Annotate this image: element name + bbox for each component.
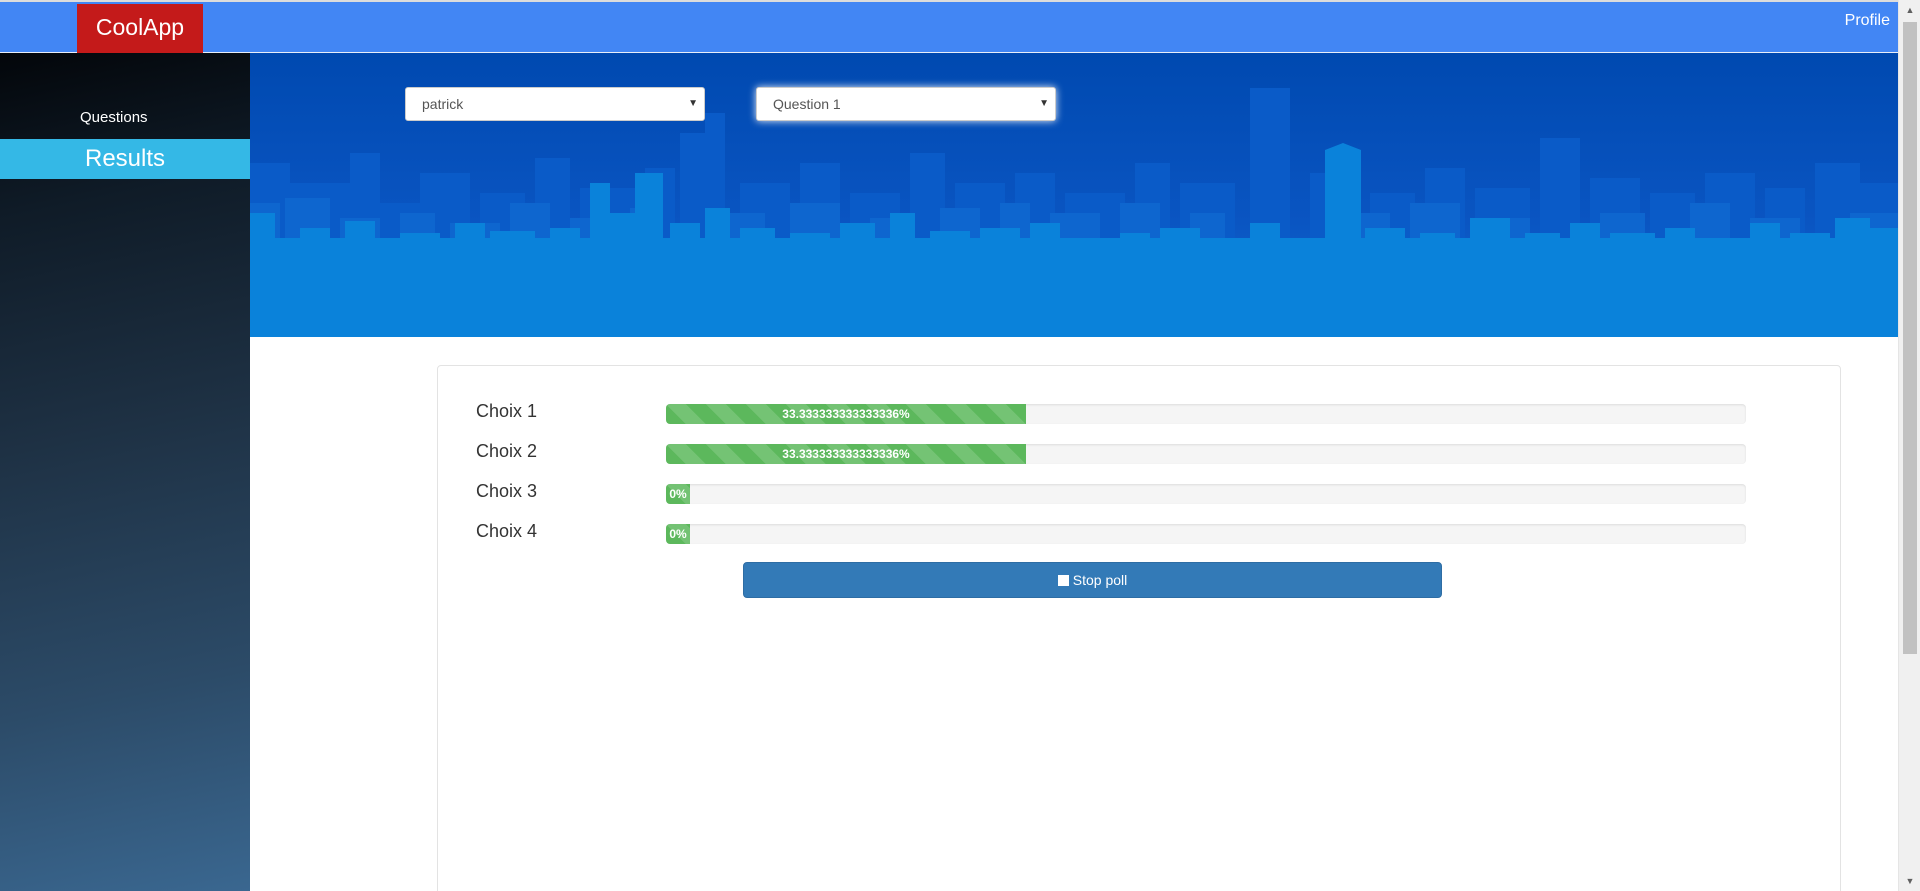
progress-bar: 0% [666,484,690,504]
chevron-down-icon: ▼ [688,98,698,109]
vertical-scrollbar[interactable]: ▲ ▼ [1898,0,1920,891]
choice-row: Choix 2 33.333333333333336% [438,439,1840,469]
sidebar-item-results[interactable]: Results [0,139,250,179]
choice-row: Choix 1 33.333333333333336% [438,399,1840,429]
progress-bar: 33.333333333333336% [666,404,1026,424]
top-navbar: CoolApp Profile [0,0,1898,55]
question-select[interactable]: Question 1 ▼ [756,87,1056,121]
skyline-front [250,143,1898,337]
brand-logo[interactable]: CoolApp [77,4,203,55]
chevron-down-icon: ▼ [1039,98,1049,109]
stop-icon [1057,574,1069,586]
choice-label: Choix 1 [476,401,538,421]
scroll-down-arrow-icon[interactable]: ▼ [1899,871,1920,891]
sidebar-item-questions[interactable]: Questions [80,109,148,126]
choice-label: Choix 3 [476,481,538,501]
choice-label: Choix 2 [476,441,538,461]
scrollbar-thumb[interactable] [1903,22,1917,654]
choice-row: Choix 3 0% [438,479,1840,509]
choice-row: Choix 4 0% [438,519,1840,549]
user-select[interactable]: patrick ▼ [405,87,705,121]
progress-track: 33.333333333333336% [666,404,1746,424]
progress-track: 0% [666,524,1746,544]
profile-link[interactable]: Profile [1845,12,1890,30]
question-select-value: Question 1 [773,96,841,112]
progress-track: 33.333333333333336% [666,444,1746,464]
stop-poll-button[interactable]: Stop poll [743,562,1442,598]
results-panel: Choix 1 33.333333333333336% Choix 2 33.3… [437,365,1841,891]
hero-banner: patrick ▼ Question 1 ▼ [250,53,1898,337]
progress-bar: 33.333333333333336% [666,444,1026,464]
sidebar: Questions Results [0,53,250,891]
progress-bar: 0% [666,524,690,544]
user-select-value: patrick [422,96,464,112]
progress-track: 0% [666,484,1746,504]
scroll-up-arrow-icon[interactable]: ▲ [1899,0,1920,20]
stop-poll-label: Stop poll [1072,572,1128,588]
choice-label: Choix 4 [476,521,538,541]
